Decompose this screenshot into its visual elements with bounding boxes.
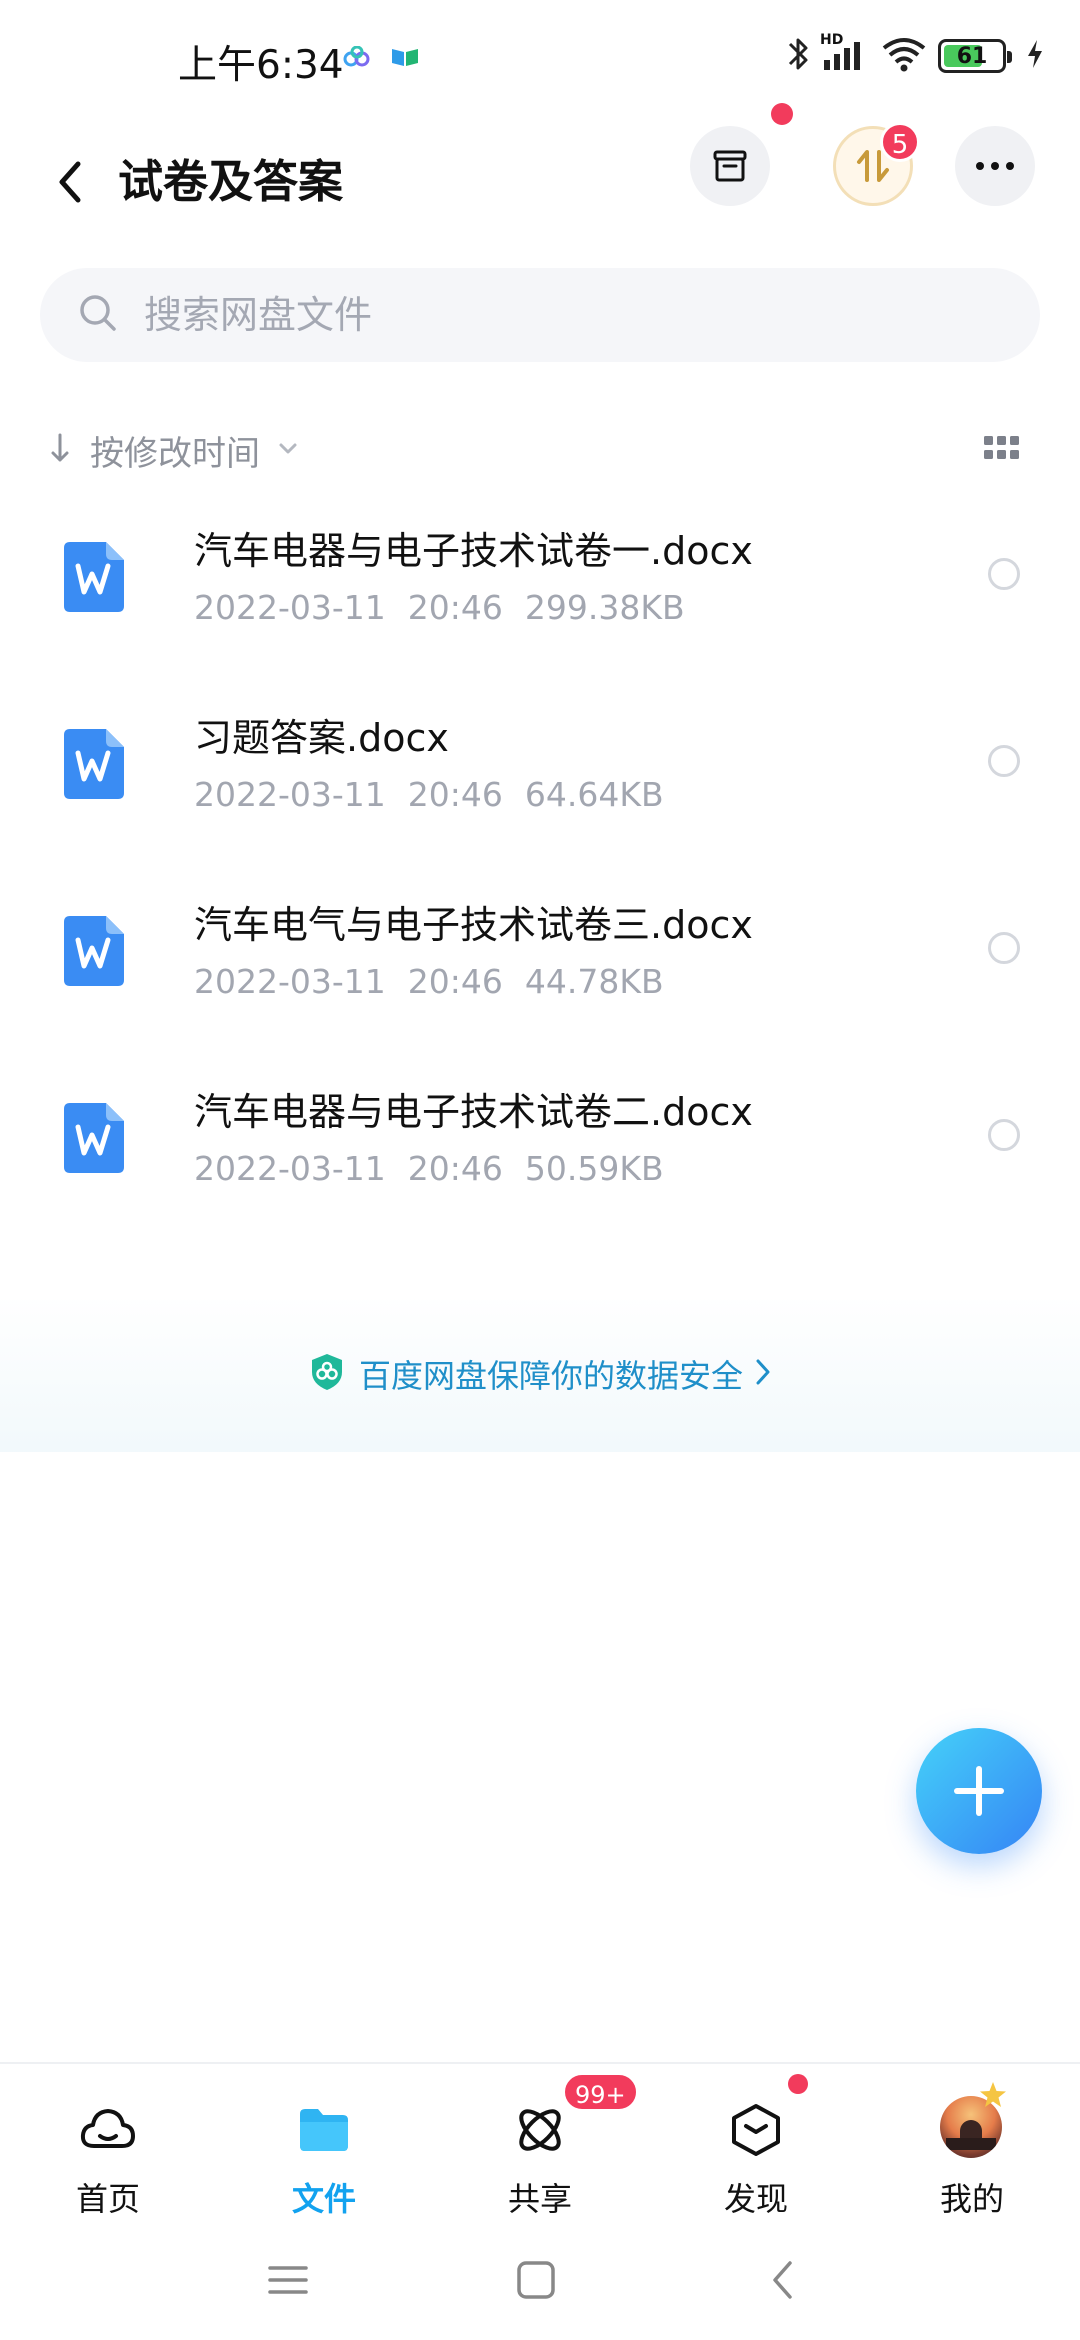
sort-label: 按修改时间	[90, 433, 260, 474]
file-item[interactable]: 汽车电器与电子技术试卷一.docx 2022-03-11 20:46 299.38K…	[0, 500, 1080, 687]
file-name: 汽车电气与电子技术试卷三.docx	[194, 903, 753, 947]
cloud-home-icon	[80, 2109, 135, 2148]
nav-home[interactable]: 首页	[0, 2064, 216, 2232]
docx-file-icon	[62, 540, 126, 618]
file-time: 20:46	[407, 1149, 503, 1188]
nav-discover-label: 发现	[723, 2180, 788, 2218]
file-size: 50.59KB	[524, 1149, 664, 1188]
menu-icon[interactable]	[268, 2260, 308, 2304]
archive-box-icon	[713, 150, 747, 182]
file-size: 299.38KB	[524, 588, 685, 627]
home-square-icon[interactable]	[516, 2260, 556, 2304]
wifi-icon	[880, 36, 928, 76]
file-meta: 2022-03-11 20:46 64.64KB	[194, 775, 664, 814]
file-time: 20:46	[407, 962, 503, 1001]
search-input[interactable]	[144, 293, 944, 337]
file-date: 2022-03-11	[194, 962, 386, 1001]
page-title: 试卷及答案	[118, 155, 344, 208]
status-time: 上午6:34	[178, 43, 344, 88]
battery-level: 61	[956, 43, 988, 69]
file-item[interactable]: 习题答案.docx 2022-03-11 20:46 64.64KB	[0, 687, 1080, 874]
docx-file-icon	[62, 727, 126, 805]
folder-icon	[300, 2109, 348, 2151]
system-navigation-bar	[0, 2230, 1080, 2340]
file-meta: 2022-03-11 20:46 44.78KB	[194, 962, 664, 1001]
file-time: 20:46	[407, 588, 503, 627]
file-select-checkbox[interactable]	[988, 745, 1020, 777]
nav-me-label: 我的	[939, 2180, 1004, 2218]
app-header: 试卷及答案 5	[0, 103, 1080, 268]
file-item[interactable]: 汽车电器与电子技术试卷二.docx 2022-03-11 20:46 50.59KB	[0, 1061, 1080, 1248]
file-date: 2022-03-11	[194, 588, 386, 627]
battery-icon: 61	[938, 39, 1012, 73]
archive-button[interactable]	[690, 126, 770, 206]
file-name: 汽车电器与电子技术试卷一.docx	[194, 529, 753, 573]
file-size: 64.64KB	[524, 775, 664, 814]
bluetooth-icon	[786, 34, 810, 78]
star-icon	[978, 2080, 1008, 2114]
search-icon	[78, 293, 118, 337]
file-date: 2022-03-11	[194, 775, 386, 814]
cellular-signal-icon: HD	[820, 32, 870, 76]
data-security-banner[interactable]: 百度网盘保障你的数据安全	[0, 1296, 1080, 1452]
sort-arrow-down-icon	[50, 432, 70, 468]
status-icons: HD 61	[786, 32, 1044, 78]
file-name: 汽车电器与电子技术试卷二.docx	[194, 1090, 753, 1134]
status-bar: 上午6:34 HD 61	[0, 0, 1080, 120]
nav-share-label: 共享	[507, 2180, 572, 2218]
plus-icon	[954, 1766, 1004, 1816]
more-options-button[interactable]	[955, 126, 1035, 206]
chevron-left-icon	[59, 161, 81, 203]
file-select-checkbox[interactable]	[988, 1119, 1020, 1151]
more-horizontal-icon	[976, 162, 1014, 170]
system-back-icon[interactable]	[770, 2260, 796, 2304]
nav-home-label: 首页	[75, 2180, 140, 2218]
security-banner-text: 百度网盘保障你的数据安全	[358, 1357, 743, 1395]
archive-notification-dot	[771, 103, 793, 125]
file-select-checkbox[interactable]	[988, 558, 1020, 590]
chevron-right-icon	[755, 1358, 771, 1390]
charging-icon	[1026, 38, 1044, 74]
hd-label: HD	[820, 32, 844, 48]
discover-notification-dot	[788, 2074, 808, 2094]
back-button[interactable]	[42, 142, 98, 222]
share-icon	[519, 2109, 561, 2151]
book-app-status-icon	[390, 46, 420, 72]
screen: 上午6:34 HD 61 试卷及答案 5 搜索网盘文件 按修改时间 汽车电器与电…	[0, 0, 1080, 2340]
file-name: 习题答案.docx	[194, 716, 449, 760]
shield-icon	[309, 1352, 345, 1396]
grid-view-icon[interactable]	[984, 436, 1020, 466]
sort-selector[interactable]: 按修改时间	[50, 418, 298, 482]
nav-files-label: 文件	[291, 2180, 356, 2218]
file-meta: 2022-03-11 20:46 50.59KB	[194, 1149, 664, 1188]
add-button[interactable]	[916, 1728, 1042, 1854]
docx-file-icon	[62, 914, 126, 992]
nav-discover[interactable]: 发现	[648, 2064, 864, 2232]
discover-icon	[732, 2104, 780, 2156]
file-meta: 2022-03-11 20:46 299.38KB	[194, 588, 685, 627]
file-select-checkbox[interactable]	[988, 932, 1020, 964]
search-bar[interactable]	[40, 268, 1040, 362]
file-time: 20:46	[407, 775, 503, 814]
chevron-down-icon	[278, 441, 298, 460]
share-count-badge: 99+	[562, 2072, 639, 2112]
file-item[interactable]: 汽车电气与电子技术试卷三.docx 2022-03-11 20:46 44.78KB	[0, 874, 1080, 1061]
baidu-netdisk-status-icon	[342, 45, 372, 72]
docx-file-icon	[62, 1101, 126, 1179]
nav-files[interactable]: 文件	[216, 2064, 432, 2232]
file-date: 2022-03-11	[194, 1149, 386, 1188]
bottom-navigation: 首页 文件 共享 发现 我的	[0, 2062, 1080, 2230]
file-list: 汽车电器与电子技术试卷一.docx 2022-03-11 20:46 299.38K…	[0, 500, 1080, 1248]
transfer-count-badge: 5	[880, 122, 920, 162]
file-size: 44.78KB	[524, 962, 664, 1001]
